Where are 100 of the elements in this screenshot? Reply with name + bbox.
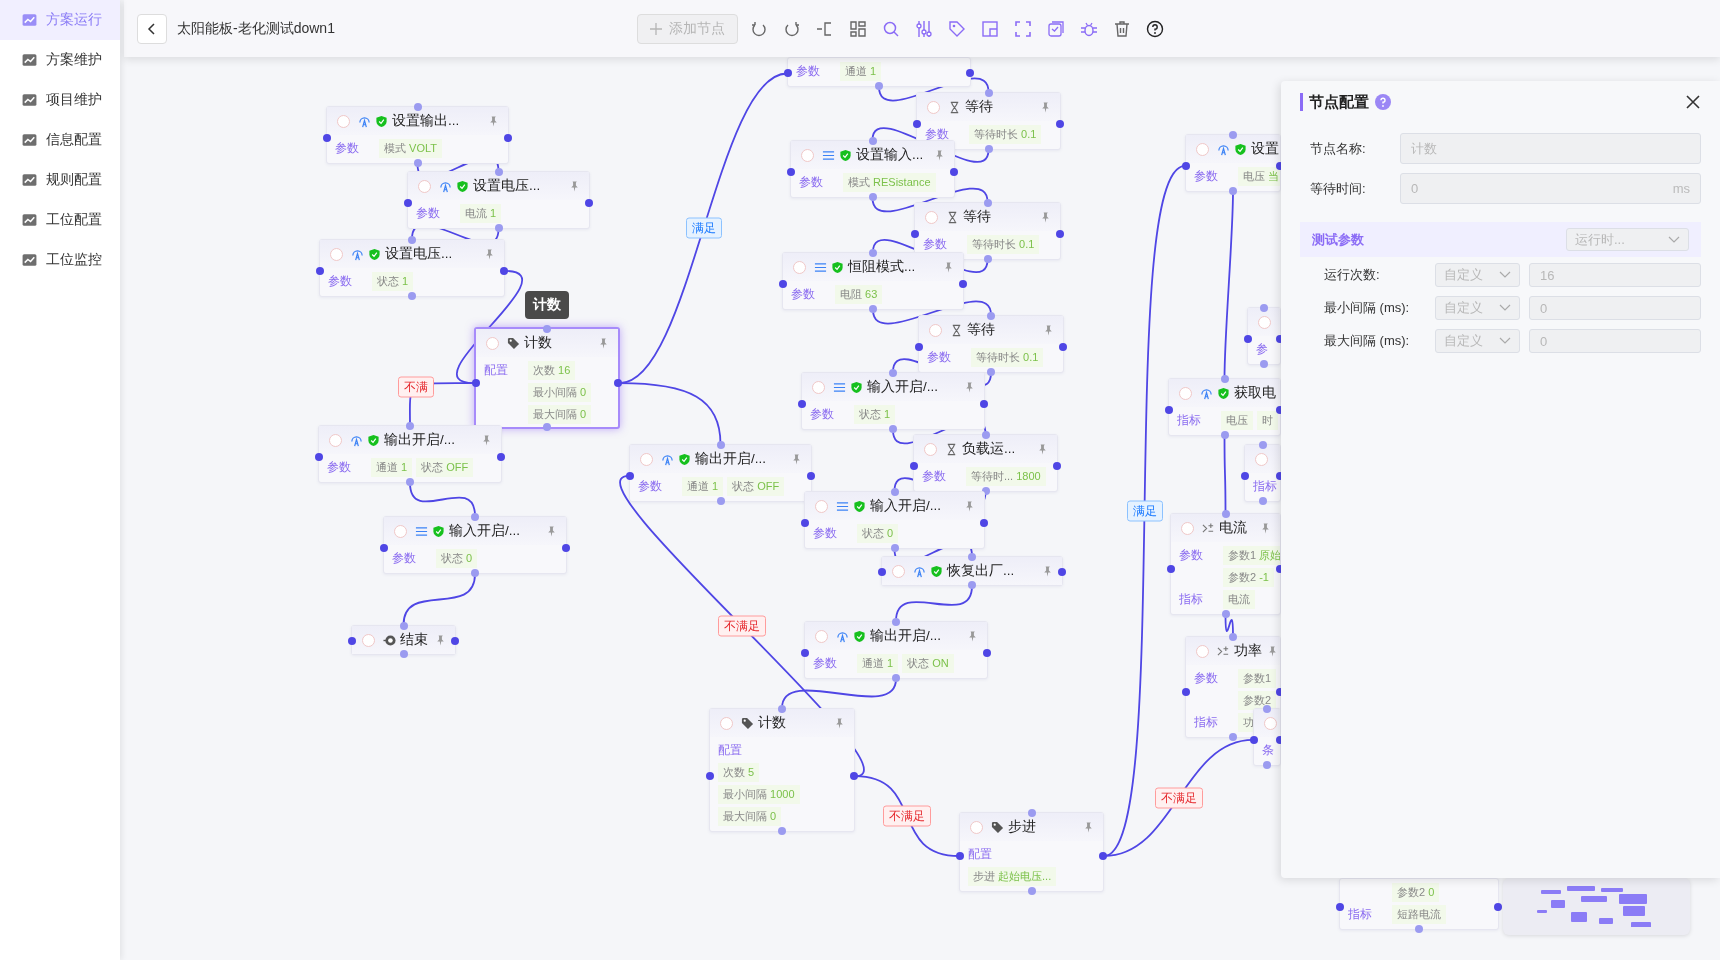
node-card[interactable]: 设置输出... 参数 模式 VOLT <box>326 106 509 164</box>
param-tag: 电压 当 <box>1238 166 1280 186</box>
param-tag: 状态 OFF <box>416 457 474 477</box>
node-card[interactable]: 输出开启/... 参数 通道 1 状态 ON <box>804 621 988 679</box>
edge-label: 不满足 <box>1154 787 1203 809</box>
node-card[interactable]: 输出开启/... 参数 通道 1 状态 OFF <box>318 425 502 483</box>
param-label: 参数 <box>927 349 952 366</box>
node-card[interactable]: 设置 参数 电压 当 <box>1185 134 1281 192</box>
section-title: 测试参数 <box>1312 230 1364 249</box>
node-card[interactable]: 恒阻模式... 参数 电阻 63 <box>782 252 964 310</box>
node-card[interactable]: 步进 配置 步进 起始电压... <box>959 812 1104 892</box>
param-tag: 参数2 -1 <box>1223 567 1274 587</box>
param-label: 参数 <box>796 63 821 80</box>
node-title: 设置电压... <box>385 245 453 263</box>
sidebar-item[interactable]: 信息配置 <box>0 120 120 160</box>
node-title: 输出开启/... <box>870 627 941 645</box>
param-label: 指标 <box>1177 412 1202 429</box>
param-tag: 参数2 0 <box>1392 882 1440 902</box>
param-tag: 电流 <box>1223 589 1255 609</box>
node-card[interactable]: 计数 配置 次数 5 最小间隔 1000 最大间隔 0 <box>709 708 855 832</box>
param-label: 参数 <box>791 286 816 303</box>
edge-label: 满足 <box>685 217 722 239</box>
node-title: 结束 <box>400 631 428 649</box>
param-label: 参数 <box>799 174 824 191</box>
param-label: 参数 <box>1194 670 1219 687</box>
node-card[interactable]: 设置电压... 参数 状态 1 <box>319 239 505 297</box>
node-title: 输出开启/... <box>695 450 766 468</box>
param-tag: 状态 0 <box>436 548 478 568</box>
node-card[interactable]: 恢复出厂... <box>881 556 1063 586</box>
sidebar-item[interactable]: 项目维护 <box>0 80 120 120</box>
node-card[interactable]: 输入开启/... 参数 状态 0 <box>804 491 985 549</box>
flow-title: 太阳能板-老化测试down1 <box>177 19 336 38</box>
node-title: 步进 <box>1008 818 1036 836</box>
param-tag: 电压 <box>1221 410 1253 430</box>
param-tag: 短路电流 <box>1392 904 1446 924</box>
field-label: 等待时间: <box>1310 179 1367 198</box>
node-title: 输入开启/... <box>449 522 520 540</box>
param-label: 参数 <box>392 550 417 567</box>
node-card[interactable]: 参 <box>1247 307 1281 365</box>
param-tag: 时 <box>1257 410 1278 430</box>
param-label: 参数 <box>1194 168 1219 185</box>
param-tag: 状态 1 <box>372 271 414 291</box>
param-tag: 参数1 原始 <box>1223 545 1280 565</box>
param-tag: 最小间隔 0 <box>528 382 592 402</box>
param-label: 参数 <box>813 525 838 542</box>
node-card[interactable]: 等待 参数 等待时长 0.1 <box>916 92 1061 150</box>
node-card[interactable]: 获取电 指标 电压 时 <box>1168 378 1281 436</box>
node-card[interactable]: 负载运... 参数 等待时... 1800 <box>913 434 1058 492</box>
param-label: 指标 <box>1253 478 1278 495</box>
node-title: 计数 <box>524 334 552 352</box>
param-tag: 模式 VOLT <box>379 138 442 158</box>
field-label: 最大间隔 (ms): <box>1324 332 1411 350</box>
node-card[interactable]: 条 <box>1253 708 1281 766</box>
param-label: 参数 <box>328 273 353 290</box>
field-label: 最小间隔 (ms): <box>1324 299 1411 317</box>
node-card[interactable]: 等待 参数 等待时长 0.1 <box>918 315 1064 373</box>
param-tag: 状态 ON <box>902 653 954 673</box>
sidebar-item[interactable]: 工位监控 <box>0 240 120 280</box>
node-title: 负载运... <box>962 440 1016 458</box>
param-tag: 模式 RESistance <box>843 172 936 192</box>
param-tag: 电阻 63 <box>835 284 883 304</box>
param-label: 条 <box>1262 742 1275 759</box>
node-card[interactable]: 输入开启/... 参数 状态 0 <box>383 516 567 574</box>
param-label: 配置 <box>718 742 743 759</box>
node-title: 输入开启/... <box>870 497 941 515</box>
param-tag: 通道 1 <box>371 457 413 477</box>
param-tag: 最大间隔 0 <box>528 404 592 424</box>
node-card[interactable]: 输入开启/... 参数 状态 1 <box>801 372 985 430</box>
node-card[interactable]: 等待 参数 等待时长 0.1 <box>914 202 1061 260</box>
field-label: 节点名称: <box>1310 139 1367 158</box>
node-title: 功率 <box>1234 642 1262 660</box>
param-label: 指标 <box>1194 714 1219 731</box>
param-label: 参数 <box>335 140 360 157</box>
param-tag: 参数2 <box>1238 690 1277 710</box>
panel-title: 节点配置 <box>1309 92 1369 112</box>
node-card[interactable]: 设置输入... 参数 模式 RESistance <box>790 140 955 198</box>
param-tag: 最小间隔 1000 <box>718 784 800 804</box>
param-tag: 次数 16 <box>528 360 576 380</box>
node-card[interactable]: 指标 <box>1244 444 1281 502</box>
node-card[interactable]: 结束 <box>351 625 456 655</box>
sidebar-item[interactable]: 工位配置 <box>0 200 120 240</box>
node-title: 获取电 <box>1234 384 1276 402</box>
edge-label: 不满 <box>397 376 434 398</box>
param-label: 参 <box>1256 341 1269 358</box>
node-card[interactable]: 功率 参数 参数1 参数2 指标 功 <box>1185 636 1281 738</box>
node-card[interactable]: 设置电压... 参数 电流 1 <box>407 171 590 229</box>
node-card[interactable]: 电流 参数 参数1 原始 参数2 -1 指标 电流 <box>1170 513 1281 615</box>
node-card[interactable]: 输出开启/... 参数 通道 1 状态 OFF <box>629 444 812 502</box>
node-title: 输入开启/... <box>867 378 938 396</box>
param-tag: 电流 1 <box>460 203 502 223</box>
node-card[interactable]: 参数 通道 1 <box>787 57 971 87</box>
param-tag: 步进 起始电压... <box>968 866 1057 886</box>
sidebar-item[interactable]: 规则配置 <box>0 160 120 200</box>
sidebar-item[interactable]: 方案维护 <box>0 40 120 80</box>
param-tag: 等待时长 0.1 <box>971 347 1044 367</box>
node-title: 输出开启/... <box>384 431 455 449</box>
node-card[interactable]: 计数 配置 次数 16 最小间隔 0 最大间隔 0 <box>474 327 620 429</box>
field-label: 运行次数: <box>1324 266 1381 284</box>
param-tag: 等待时长 0.1 <box>967 234 1040 254</box>
node-card[interactable]: 参数2 0 指标 短路电流 <box>1339 878 1499 930</box>
